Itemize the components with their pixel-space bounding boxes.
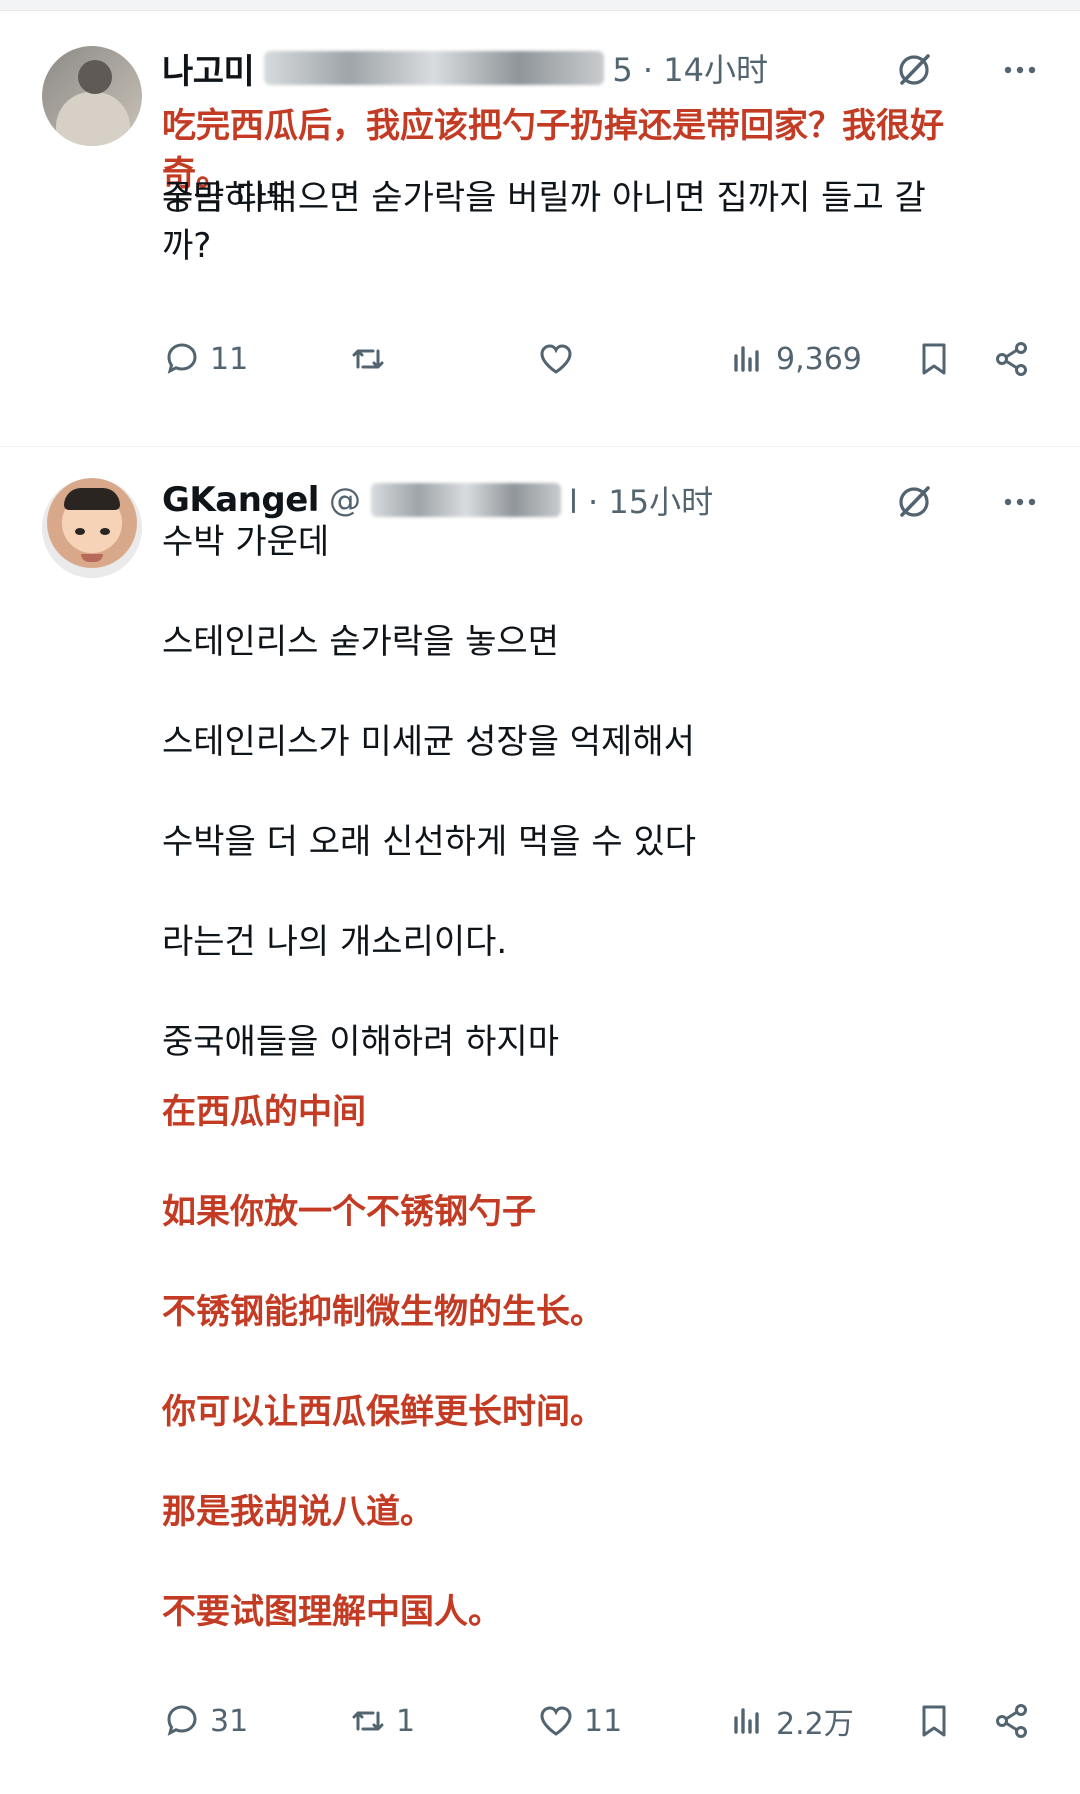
share-button[interactable] bbox=[992, 334, 1032, 384]
translation-line: 不锈钢能抑制微生物的生长。 bbox=[162, 1292, 604, 1332]
translation-line: 吃完西瓜后，我应该把勺子扔掉还是带回家？我很好 bbox=[162, 106, 944, 146]
bookmark-icon bbox=[922, 343, 946, 375]
bookmark-icon bbox=[922, 1705, 946, 1737]
translation-line: 你可以让西瓜保鲜更长时间。 bbox=[162, 1392, 604, 1432]
bookmark-button[interactable] bbox=[914, 1696, 954, 1746]
reply-button[interactable]: 31 bbox=[162, 1696, 248, 1746]
tweet-body: 수박 가운데 스테인리스 숟가락을 놓으면 스테인리스가 미세균 성장을 억제해… bbox=[162, 448, 1022, 1648]
retweet-button[interactable]: 1 bbox=[348, 1696, 415, 1746]
views-icon bbox=[734, 346, 759, 372]
translation-line: 如果你放一个不锈钢勺子 bbox=[162, 1192, 536, 1232]
view-count: 9,369 bbox=[776, 341, 862, 377]
translation-line: 在西瓜的中间 bbox=[162, 1092, 366, 1132]
tweet-text-line: 라는건 나의 개소리이다. bbox=[162, 922, 508, 962]
reply-icon bbox=[167, 343, 197, 374]
share-icon bbox=[996, 1704, 1027, 1738]
translation-line: 那是我胡说八道。 bbox=[162, 1492, 434, 1532]
reply-count: 31 bbox=[210, 1703, 249, 1739]
retweet-button[interactable] bbox=[348, 334, 396, 384]
views-icon bbox=[734, 1708, 759, 1734]
tweet-text-line: 중국애들을 이해하려 하지마 bbox=[162, 1022, 559, 1062]
avatar[interactable] bbox=[42, 46, 142, 146]
views-button[interactable]: 2.2万 bbox=[728, 1696, 854, 1746]
tweet-text-line: 스테인리스가 미세균 성장을 억제해서 bbox=[162, 722, 695, 762]
tweet-actions: 11 9,369 bbox=[162, 334, 1042, 384]
tweet-2[interactable]: GKangel @ l · 15小时 수박 가운데 스테인리스 숟가락을 놓으면… bbox=[0, 448, 1080, 1794]
share-icon bbox=[996, 342, 1027, 376]
translation-line: 不要试图理解中国人。 bbox=[162, 1592, 502, 1632]
like-icon bbox=[540, 344, 572, 374]
share-button[interactable] bbox=[992, 1696, 1032, 1746]
avatar[interactable] bbox=[42, 478, 142, 578]
view-count: 2.2万 bbox=[776, 1707, 854, 1742]
tweet-1[interactable]: 나고미 5 · 14小时 수박 다먹으면 숟가락을 버릴까 아니면 집까지 들고… bbox=[0, 10, 1080, 447]
like-count: 11 bbox=[584, 1703, 623, 1739]
retweet-count: 1 bbox=[396, 1703, 416, 1739]
retweet-icon bbox=[352, 349, 384, 369]
like-button[interactable]: 11 bbox=[536, 1696, 622, 1746]
tweet-text-line: 수박을 더 오래 신선하게 먹을 수 있다 bbox=[162, 822, 697, 862]
views-button[interactable]: 9,369 bbox=[728, 334, 862, 384]
reply-button[interactable]: 11 bbox=[162, 334, 248, 384]
retweet-icon bbox=[352, 1711, 384, 1731]
reply-count: 11 bbox=[210, 341, 249, 377]
like-icon bbox=[540, 1706, 572, 1736]
like-button[interactable] bbox=[536, 334, 584, 384]
tweet-body: 수박 다먹으면 숟가락을 버릴까 아니면 집까지 들고 갈까? 궁금하네 吃完西… bbox=[162, 10, 1022, 340]
tweet-actions: 31 1 11 2.2万 bbox=[162, 1696, 1042, 1746]
tweet-text-line: 수박 가운데 bbox=[162, 522, 330, 562]
tweet-text-line: 궁금하네 bbox=[162, 178, 288, 218]
tweet-text-line: 스테인리스 숟가락을 놓으면 bbox=[162, 622, 559, 662]
bookmark-button[interactable] bbox=[914, 334, 954, 384]
reply-icon bbox=[167, 1705, 197, 1736]
